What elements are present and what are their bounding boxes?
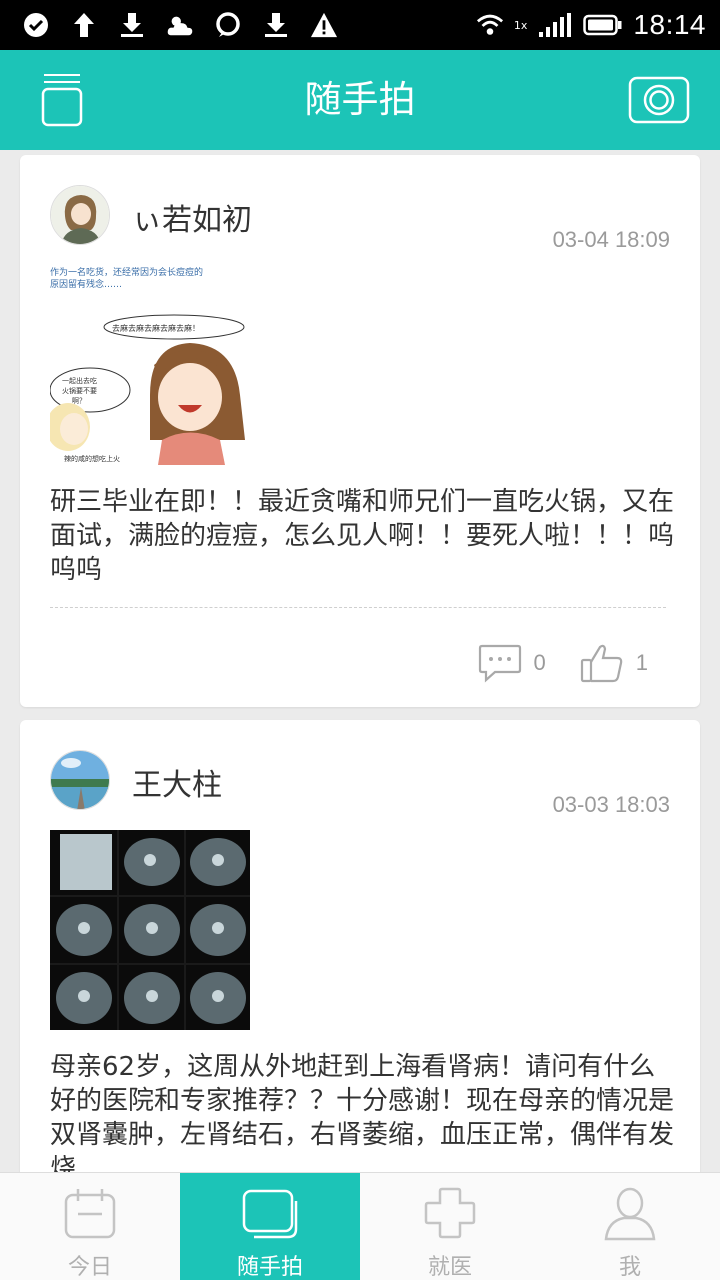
tab-me[interactable]: 我: [540, 1173, 720, 1280]
bottom-tab-bar: 今日 随手拍 就医 我: [0, 1172, 720, 1280]
comment-count: 0: [533, 650, 546, 675]
tab-label: 今日: [67, 1255, 112, 1280]
photo-stack-icon: [242, 1189, 298, 1239]
camera-icon[interactable]: [628, 76, 690, 124]
comment-button[interactable]: 0: [478, 643, 546, 683]
avatar[interactable]: [50, 750, 110, 810]
like-button[interactable]: 1: [580, 643, 648, 683]
tab-label: 我: [618, 1255, 641, 1280]
check-circle-icon: [22, 11, 50, 39]
post-image[interactable]: [50, 830, 250, 1030]
medical-cross-icon: [424, 1187, 476, 1239]
tab-snapshot[interactable]: 随手拍: [180, 1173, 360, 1280]
user-icon: [604, 1187, 656, 1241]
avatar[interactable]: [50, 185, 110, 245]
download-icon: [118, 11, 146, 39]
post-actions: 0 1: [444, 643, 648, 683]
calendar-icon: [64, 1189, 116, 1239]
warning-icon: [310, 11, 338, 39]
feed-list[interactable]: ぃ若如初 03-04 18:09 作为一名吃货，还经常因为会长痘痘的 原因留有残…: [0, 150, 720, 1172]
post-image[interactable]: 作为一名吃货，还经常因为会长痘痘的 原因留有残念…… 去麻去麻去麻去麻去麻！ 一…: [50, 265, 250, 465]
post-card[interactable]: 王大柱 03-03 18:03 母亲62岁，这周从外地赶到上海看肾病！请问有什么…: [20, 720, 700, 1172]
image-bottom-text: 辣的咸的想吃上火: [64, 454, 120, 463]
page-title: 随手拍: [304, 78, 416, 121]
download-icon: [262, 11, 290, 39]
tab-label: 就医: [427, 1255, 472, 1280]
image-bubble-left-3: 啊？: [72, 397, 86, 405]
image-bubble-left-1: 一起出去吃: [62, 376, 97, 385]
clock: 18:14: [633, 9, 706, 40]
comment-icon: [478, 644, 521, 683]
tab-medical[interactable]: 就医: [360, 1173, 540, 1280]
post-time: 03-04 18:09: [552, 227, 670, 252]
status-bar: 1x 18:14: [0, 0, 720, 50]
upload-icon: [70, 11, 98, 39]
image-bubble-top: 去麻去麻去麻去麻去麻！: [112, 323, 200, 333]
post-content: 母亲62岁，这周从外地赶到上海看肾病！请问有什么好的医院和专家推荐？？十分感谢！…: [50, 1052, 675, 1172]
image-caption-line2: 原因留有残念……: [50, 278, 122, 290]
chat-bubble-icon: [214, 11, 242, 39]
tab-label: 随手拍: [236, 1255, 303, 1280]
username[interactable]: ぃ若如初: [132, 195, 252, 239]
carrier-badge: 1x: [513, 18, 528, 32]
image-bubble-left-2: 火锅要不要: [62, 386, 97, 395]
post-time: 03-03 18:03: [552, 792, 670, 817]
username[interactable]: 王大柱: [132, 760, 222, 804]
app-header: 随手拍: [0, 50, 720, 150]
post-content: 研三毕业在即！！最近贪嘴和师兄们一直吃火锅，又在面试，满脸的痘痘，怎么见人啊！！…: [50, 487, 675, 585]
post-card[interactable]: ぃ若如初 03-04 18:09 作为一名吃货，还经常因为会长痘痘的 原因留有残…: [20, 155, 700, 707]
tab-today[interactable]: 今日: [0, 1173, 180, 1280]
weather-icon: [166, 11, 194, 39]
image-caption-line1: 作为一名吃货，还经常因为会长痘痘的: [50, 266, 203, 278]
like-count: 1: [635, 650, 648, 675]
divider: [50, 607, 666, 608]
wifi-icon: [476, 11, 504, 39]
thumbs-up-icon: [580, 644, 623, 683]
battery-icon: [583, 11, 623, 39]
signal-icon: [537, 11, 573, 39]
